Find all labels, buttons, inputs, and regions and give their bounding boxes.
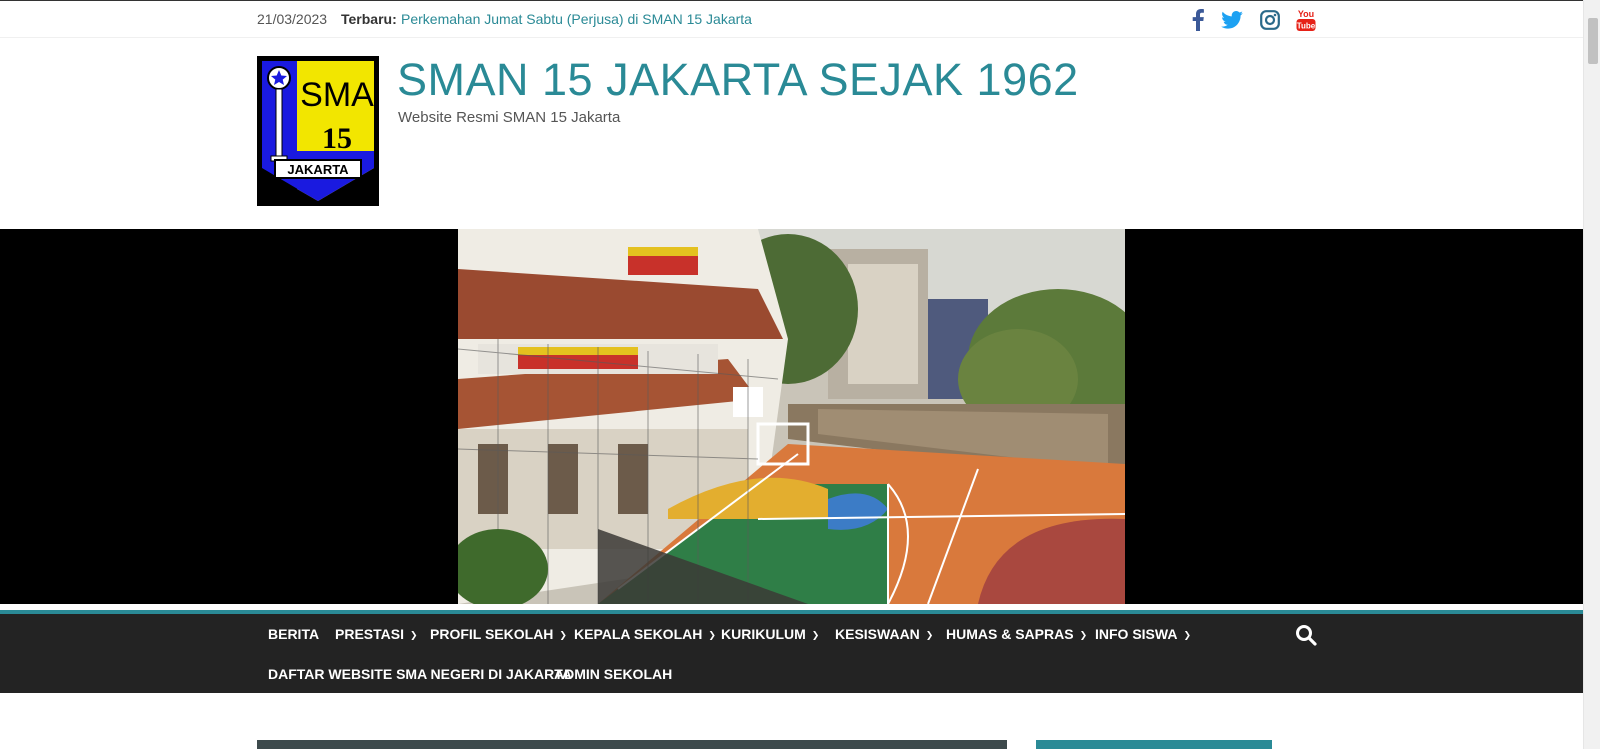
nav-label: KESISWAAN bbox=[835, 626, 920, 642]
nav-label: KEPALA SEKOLAH bbox=[574, 626, 703, 642]
nav-label: KURIKULUM bbox=[721, 626, 806, 642]
search-icon[interactable] bbox=[1295, 624, 1317, 646]
sidebar-widget-header bbox=[1036, 740, 1272, 749]
nav-label: ADMIN SEKOLAH bbox=[554, 666, 673, 682]
school-logo[interactable]: SMA 15 JAKARTA bbox=[257, 56, 379, 206]
logo-text-sma: SMA bbox=[300, 76, 374, 114]
chevron-down-icon: ❯ bbox=[559, 629, 567, 640]
nav-item-prestasi[interactable]: PRESTASI ❯ bbox=[335, 626, 418, 642]
scrollbar-thumb[interactable] bbox=[1588, 18, 1598, 64]
vertical-scrollbar[interactable] bbox=[1583, 0, 1600, 749]
latest-news-label: Terbaru: bbox=[341, 11, 397, 27]
youtube-icon[interactable]: You Tube bbox=[1293, 8, 1319, 32]
nav-label: PRESTASI bbox=[335, 626, 404, 642]
site-description: Website Resmi SMAN 15 Jakarta bbox=[398, 109, 621, 126]
header-banner bbox=[0, 229, 1583, 604]
nav-label: INFO SISWA bbox=[1095, 626, 1178, 642]
page: 21/03/2023 Terbaru: Perkemahan Jumat Sab… bbox=[0, 0, 1583, 749]
nav-item-berita[interactable]: BERITA bbox=[268, 626, 319, 642]
svg-text:You: You bbox=[1298, 9, 1314, 19]
nav-label: DAFTAR WEBSITE SMA NEGERI DI JAKARTA bbox=[268, 666, 572, 682]
chevron-down-icon: ❯ bbox=[811, 629, 820, 640]
nav-label: BERITA bbox=[268, 626, 320, 642]
nav-item-daftar-website[interactable]: DAFTAR WEBSITE SMA NEGERI DI JAKARTA bbox=[268, 666, 572, 682]
facebook-icon[interactable] bbox=[1185, 8, 1211, 32]
nav-item-info-siswa[interactable]: INFO SISWA ❯ bbox=[1095, 626, 1191, 642]
nav-label: PROFIL SEKOLAH bbox=[430, 626, 554, 642]
latest-news-link[interactable]: Perkemahan Jumat Sabtu (Perjusa) di SMAN… bbox=[401, 11, 752, 27]
nav-item-humas-sapras[interactable]: HUMAS & SAPRAS ❯ bbox=[946, 626, 1087, 642]
twitter-icon[interactable] bbox=[1219, 8, 1245, 32]
school-courtyard-photo bbox=[458, 229, 1125, 604]
chevron-down-icon: ❯ bbox=[1183, 629, 1191, 640]
nav-item-kurikulum[interactable]: KURIKULUM ❯ bbox=[721, 626, 819, 642]
nav-item-kepala-sekolah[interactable]: KEPALA SEKOLAH ❯ bbox=[574, 626, 716, 642]
instagram-icon[interactable] bbox=[1257, 8, 1283, 32]
site-title[interactable]: SMAN 15 JAKARTA SEJAK 1962 bbox=[397, 54, 1079, 106]
current-date: 21/03/2023 bbox=[257, 11, 328, 27]
nav-item-admin-sekolah[interactable]: ADMIN SEKOLAH bbox=[554, 666, 672, 682]
chevron-down-icon: ❯ bbox=[708, 629, 716, 640]
featured-article-image[interactable] bbox=[257, 740, 1007, 749]
nav-item-profil-sekolah[interactable]: PROFIL SEKOLAH ❯ bbox=[430, 626, 567, 642]
chevron-down-icon: ❯ bbox=[409, 629, 418, 640]
nav-label: HUMAS & SAPRAS bbox=[946, 626, 1074, 642]
logo-text-number: 15 bbox=[322, 122, 352, 155]
logo-text-jakarta: JAKARTA bbox=[287, 162, 349, 177]
top-bar: 21/03/2023 Terbaru: Perkemahan Jumat Sab… bbox=[0, 0, 1583, 38]
svg-text:Tube: Tube bbox=[1297, 22, 1316, 31]
nav-item-kesiswaan[interactable]: KESISWAAN ❯ bbox=[835, 626, 933, 642]
main-navigation: BERITA PRESTASI ❯ PROFIL SEKOLAH ❯ KEPAL… bbox=[0, 614, 1583, 693]
chevron-down-icon: ❯ bbox=[1079, 629, 1088, 640]
chevron-down-icon: ❯ bbox=[925, 629, 934, 640]
